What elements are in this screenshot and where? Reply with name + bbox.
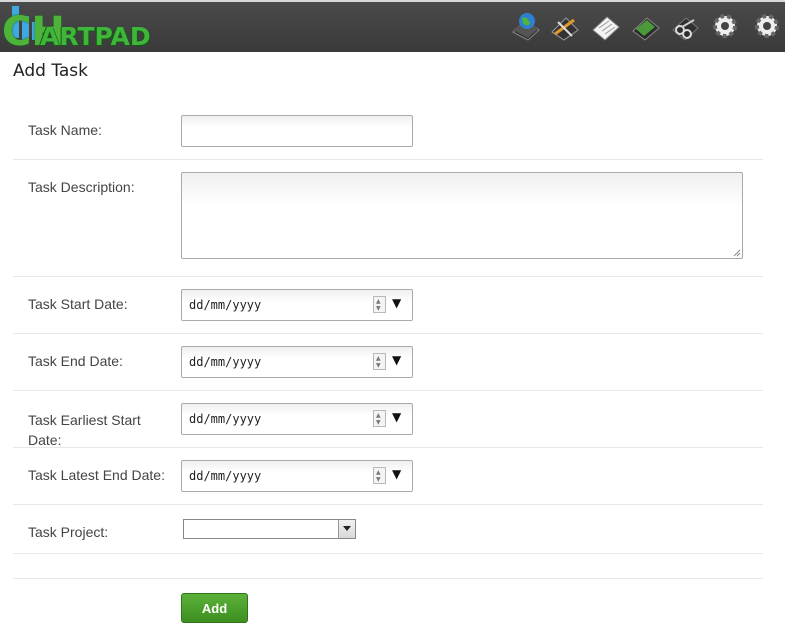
earliest-start-spinner[interactable]: ▲ ▼ (373, 410, 386, 427)
start-date-value: dd/mm/yyyy (189, 298, 262, 312)
earliest-start-dropdown-icon[interactable]: ▼ (392, 410, 401, 424)
task-description-textarea[interactable] (181, 172, 743, 259)
project-row (13, 504, 763, 554)
gear-icon[interactable] (710, 10, 740, 42)
start-date-dropdown-icon[interactable]: ▼ (392, 296, 401, 310)
latest-end-spinner[interactable]: ▲ ▼ (373, 467, 386, 484)
gear-icon-2[interactable] (752, 10, 782, 42)
notepad-icon[interactable] (590, 10, 620, 42)
top-bar: CH ARTPAD (0, 0, 785, 52)
earliest-start-label: Task Earliest Start Date: (28, 412, 141, 448)
pencil-ruler-icon[interactable] (550, 10, 580, 42)
earliest-start-date-input[interactable]: dd/mm/yyyy ▲ ▼ ▼ (181, 403, 413, 435)
logo-text: ARTPAD (40, 22, 151, 51)
spacer-row (13, 553, 763, 579)
resize-handle-icon[interactable] (733, 249, 741, 257)
green-folder-icon[interactable] (630, 10, 660, 42)
earliest-start-value: dd/mm/yyyy (189, 412, 262, 426)
start-date-label: Task Start Date: (28, 296, 128, 312)
latest-end-label: Task Latest End Date: (28, 467, 165, 483)
task-name-input[interactable] (181, 115, 413, 147)
end-date-label: Task End Date: (28, 353, 123, 369)
start-date-spinner[interactable]: ▲ ▼ (373, 296, 386, 313)
end-date-value: dd/mm/yyyy (189, 355, 262, 369)
task-name-label: Task Name: (28, 122, 102, 138)
task-description-label: Task Description: (28, 179, 135, 195)
page-title: Add Task (13, 61, 89, 81)
chartpad-logo[interactable]: CH ARTPAD (0, 4, 160, 52)
end-date-input[interactable]: dd/mm/yyyy ▲ ▼ ▼ (181, 346, 413, 378)
globe-book-icon[interactable] (510, 10, 540, 42)
latest-end-value: dd/mm/yyyy (189, 469, 262, 483)
chevron-down-icon[interactable] (338, 520, 355, 538)
latest-end-date-input[interactable]: dd/mm/yyyy ▲ ▼ ▼ (181, 460, 413, 492)
scissors-icon[interactable] (670, 10, 700, 42)
toolbar-icons (510, 10, 785, 44)
latest-end-dropdown-icon[interactable]: ▼ (392, 467, 401, 481)
project-label: Task Project: (28, 524, 109, 540)
end-date-spinner[interactable]: ▲ ▼ (373, 353, 386, 370)
start-date-input[interactable]: dd/mm/yyyy ▲ ▼ ▼ (181, 289, 413, 321)
end-date-dropdown-icon[interactable]: ▼ (392, 353, 401, 367)
add-button[interactable]: Add (181, 593, 248, 623)
project-select[interactable] (183, 519, 356, 539)
